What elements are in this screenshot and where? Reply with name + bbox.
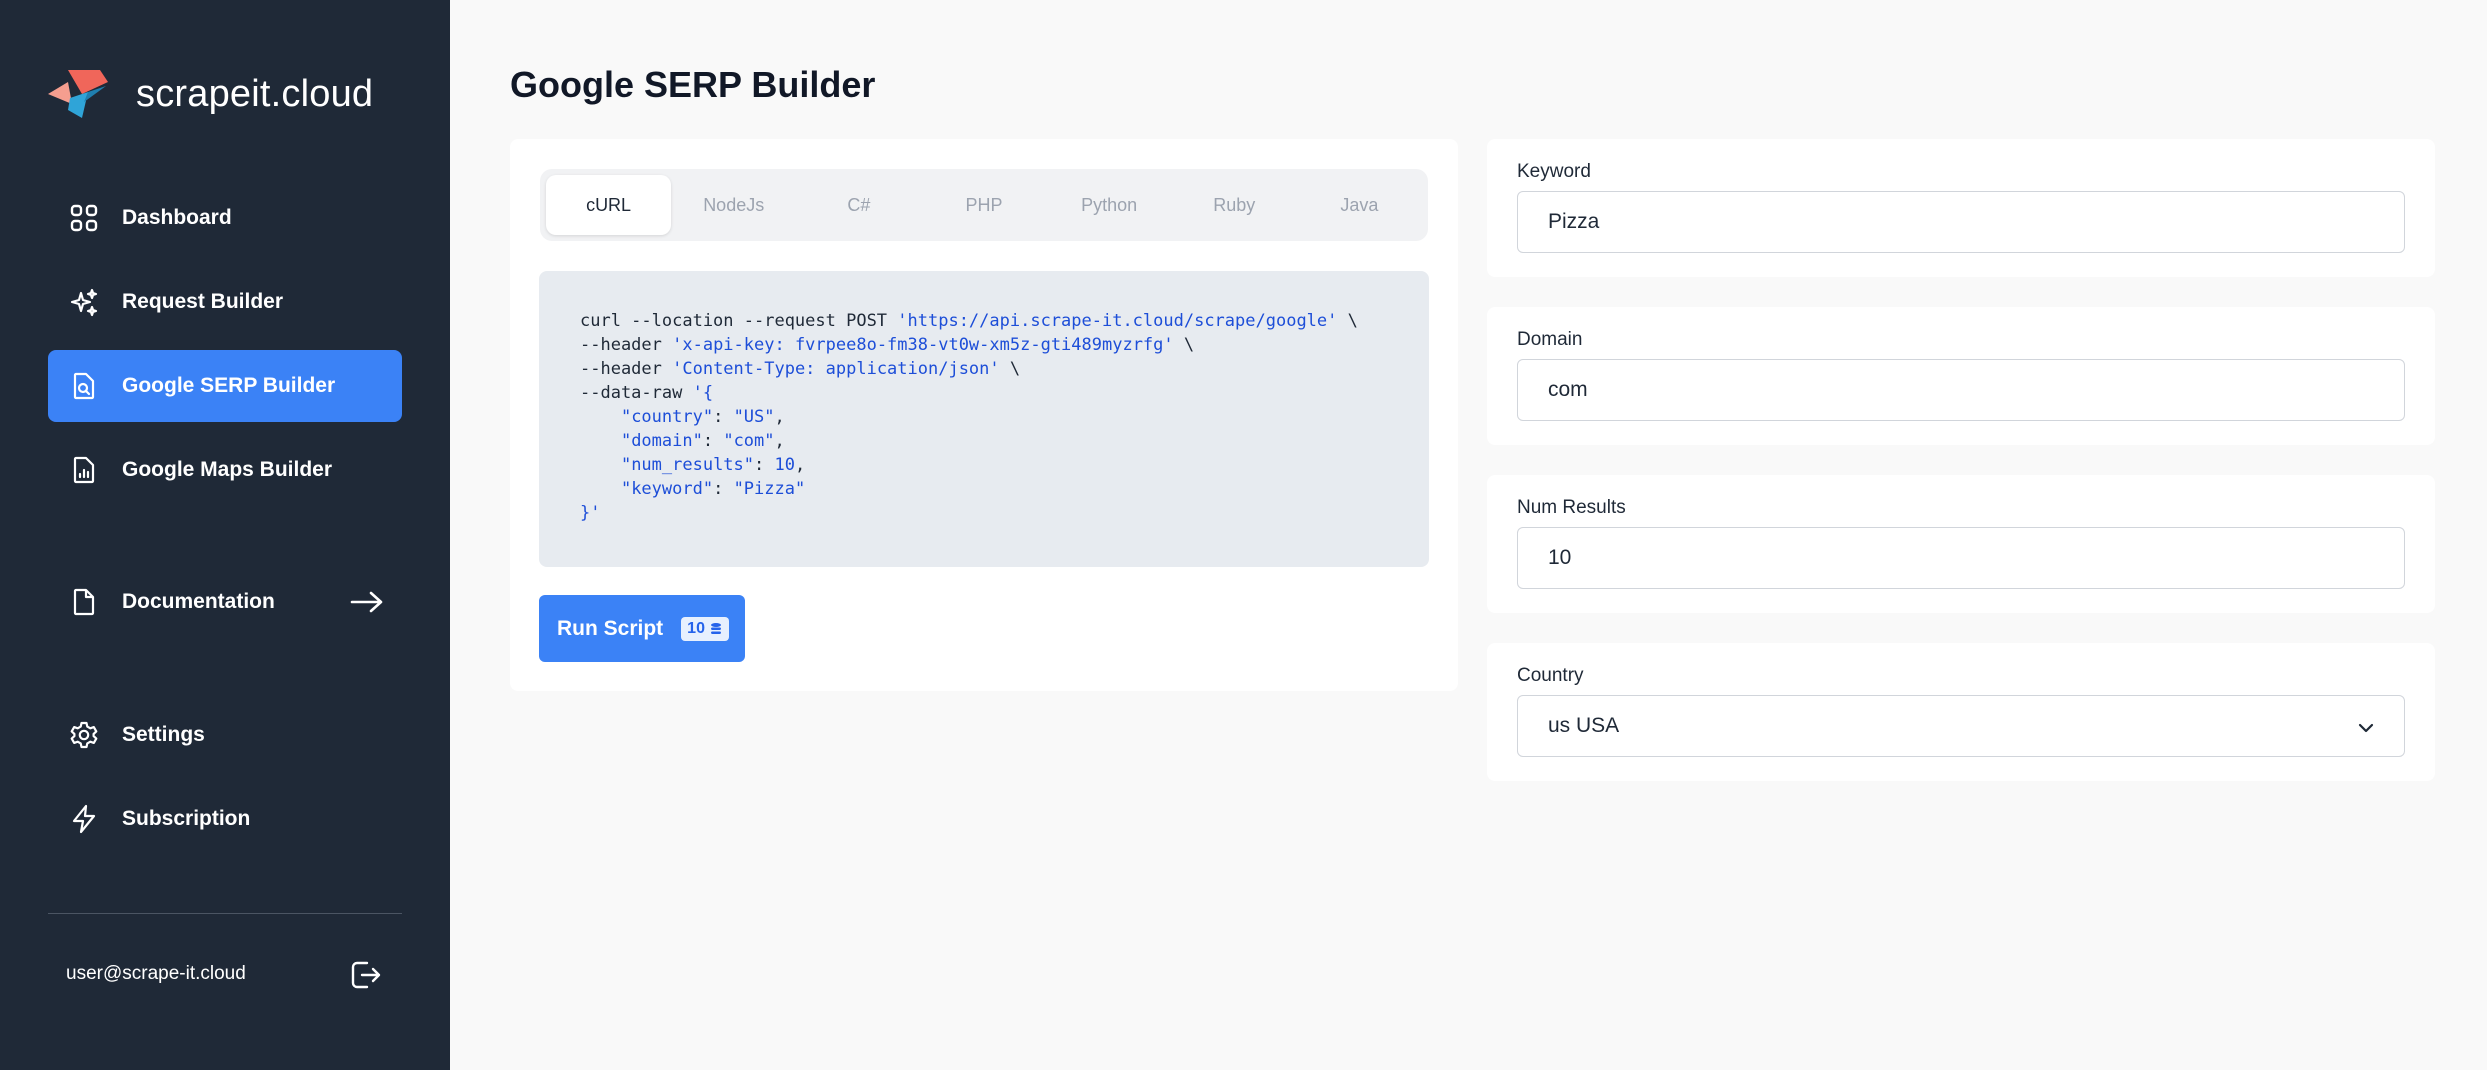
sidebar: scrapeit.cloud Dashboard Request Builder (0, 0, 450, 1070)
logo[interactable]: scrapeit.cloud (48, 64, 373, 124)
sidebar-item-label: Dashboard (122, 206, 232, 229)
code-line: curl --location --request POST 'https://… (580, 311, 1358, 331)
lightning-icon (68, 803, 100, 835)
code-line: --header 'Content-Type: application/json… (580, 359, 1021, 379)
arrow-right-icon (350, 591, 383, 613)
code-line: --header 'x-api-key: fvrpee8o-fm38-vt0w-… (580, 335, 1195, 355)
tab-java[interactable]: Java (1297, 175, 1422, 235)
credits-badge: 10 (681, 616, 729, 641)
code-block[interactable]: curl --location --request POST 'https://… (539, 271, 1429, 567)
chevron-down-icon (2358, 723, 2374, 733)
brand-name: scrapeit.cloud (136, 72, 374, 115)
sidebar-item-subscription[interactable]: Subscription (48, 783, 402, 855)
country-value: us USA (1548, 714, 1620, 737)
page-title: Google SERP Builder (510, 64, 876, 105)
code-line: "keyword": "Pizza" (620, 479, 806, 499)
sidebar-item-dashboard[interactable]: Dashboard (48, 182, 402, 254)
sparkles-icon (68, 286, 100, 318)
country-select[interactable]: us USA (1517, 695, 2405, 757)
country-card: Country us USA (1487, 643, 2435, 781)
run-script-button[interactable]: Run Script 10 (539, 595, 745, 662)
tab-python[interactable]: Python (1047, 175, 1172, 235)
keyword-input[interactable]: Pizza (1517, 191, 2405, 253)
sidebar-item-label: Google Maps Builder (122, 458, 333, 481)
code-line: --data-raw '{ (580, 383, 714, 403)
keyword-card: Keyword Pizza (1487, 139, 2435, 277)
document-search-icon (68, 370, 100, 402)
user-email: user@scrape-it.cloud (66, 963, 246, 984)
code-line: "country": "US", (620, 407, 785, 427)
gear-icon (68, 719, 100, 751)
sidebar-item-google-maps-builder[interactable]: Google Maps Builder (48, 434, 402, 506)
coins-icon (710, 622, 721, 634)
domain-input[interactable]: com (1517, 359, 2405, 421)
code-line: "num_results": 10, (620, 455, 806, 475)
tab-php[interactable]: PHP (921, 175, 1046, 235)
run-script-label: Run Script (557, 616, 664, 640)
sidebar-item-label: Settings (122, 723, 205, 746)
scrapeit-logo-icon (48, 70, 108, 118)
language-tabs: cURL NodeJs C# PHP Python Ruby Java (540, 169, 1428, 241)
code-card: cURL NodeJs C# PHP Python Ruby Java curl… (510, 139, 1458, 691)
tab-ruby[interactable]: Ruby (1172, 175, 1297, 235)
num-results-label: Num Results (1517, 497, 1626, 518)
sidebar-item-label: Google SERP Builder (122, 374, 336, 397)
document-chart-icon (68, 454, 100, 486)
code-line: "domain": "com", (620, 431, 785, 451)
sidebar-item-documentation[interactable]: Documentation (48, 566, 402, 638)
credits-count: 10 (687, 619, 705, 637)
num-results-card: Num Results 10 (1487, 475, 2435, 613)
sidebar-item-settings[interactable]: Settings (48, 699, 402, 771)
num-results-input[interactable]: 10 (1517, 527, 2405, 589)
grid-icon (68, 202, 100, 234)
sidebar-item-label: Subscription (122, 807, 251, 830)
code-line: }' (580, 503, 601, 523)
tab-nodejs[interactable]: NodeJs (671, 175, 796, 235)
domain-card: Domain com (1487, 307, 2435, 445)
keyword-label: Keyword (1517, 161, 1591, 182)
sidebar-item-label: Request Builder (122, 290, 284, 313)
sidebar-item-label: Documentation (122, 590, 275, 613)
sidebar-divider (48, 913, 402, 914)
domain-label: Domain (1517, 329, 1583, 350)
tab-curl[interactable]: cURL (546, 175, 672, 235)
sidebar-item-request-builder[interactable]: Request Builder (48, 266, 402, 338)
sidebar-item-google-serp-builder[interactable]: Google SERP Builder (48, 350, 402, 422)
logout-icon[interactable] (348, 958, 382, 992)
document-icon (68, 586, 100, 618)
tab-csharp[interactable]: C# (796, 175, 921, 235)
country-label: Country (1517, 665, 1584, 686)
